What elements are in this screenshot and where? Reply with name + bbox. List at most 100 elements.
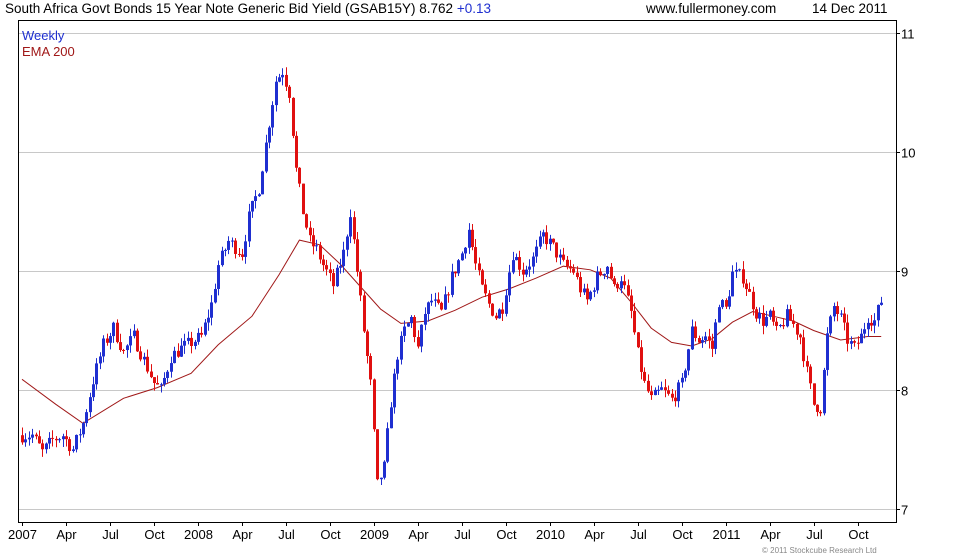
candle-body (552, 238, 555, 243)
candle-body (742, 269, 745, 284)
candle (762, 305, 765, 335)
candle-body (867, 322, 870, 330)
candle (373, 378, 376, 432)
candle (187, 331, 190, 345)
candle-body (217, 265, 220, 289)
candle-body (491, 303, 494, 316)
candle-body (346, 236, 349, 250)
candle (126, 344, 129, 358)
candle (92, 376, 95, 401)
x-tick-label: Apr (56, 527, 77, 542)
candle-body (45, 443, 48, 450)
ema-200-line (21, 239, 882, 424)
candle (180, 338, 183, 358)
candle-body (254, 196, 257, 201)
candle-body (539, 236, 542, 247)
candle-body (789, 309, 792, 321)
candle (417, 330, 420, 349)
candle (403, 320, 406, 343)
candle (643, 367, 646, 383)
candle (515, 253, 518, 261)
candle-body (41, 443, 44, 450)
x-tick-label: Jul (454, 527, 471, 542)
candle (471, 223, 474, 251)
candle (194, 339, 197, 350)
candle-body (873, 320, 876, 326)
candle (28, 431, 31, 446)
candle-body (102, 338, 105, 357)
candle-body (309, 227, 312, 236)
candle-body (261, 171, 264, 195)
candle-body (826, 333, 829, 370)
candle (860, 328, 863, 344)
candle-body (119, 342, 122, 351)
candle-body (417, 337, 420, 347)
candle (616, 282, 619, 292)
candle (579, 271, 582, 297)
candle-body (434, 299, 437, 301)
candle-body (664, 387, 667, 391)
candle (542, 229, 545, 244)
candle-body (498, 309, 501, 319)
candle (461, 251, 464, 261)
candle-body (627, 285, 630, 296)
candle-body (667, 390, 670, 394)
candle-body (28, 437, 31, 440)
candle-body (698, 338, 701, 343)
candle (674, 390, 677, 407)
candle-body (802, 337, 805, 362)
candle-body (775, 321, 778, 326)
candle-body (325, 265, 328, 270)
candle (48, 432, 51, 449)
candle-body (735, 269, 738, 272)
candle (522, 262, 525, 282)
candle-body (674, 397, 677, 402)
candle (156, 375, 159, 385)
candle-body (129, 336, 132, 346)
candle (238, 247, 241, 257)
candle (731, 265, 734, 297)
candle (468, 223, 471, 254)
candle (268, 125, 271, 149)
candle-body (613, 278, 616, 284)
candle (457, 259, 460, 277)
candle-body (840, 313, 843, 315)
candle (853, 339, 856, 347)
x-tick-label: Apr (584, 527, 605, 542)
candle-body (576, 272, 579, 278)
candle (166, 370, 169, 383)
candle-body (877, 304, 880, 321)
candle-body (654, 389, 657, 396)
candle-body (843, 313, 846, 323)
candle (275, 76, 278, 112)
candle-body (623, 281, 626, 286)
candle-body (562, 254, 565, 260)
candle-body (349, 217, 352, 237)
candle (833, 302, 836, 322)
candle (244, 234, 247, 264)
candle-body (782, 325, 785, 327)
candle-body (650, 391, 653, 396)
x-tick-label: Apr (760, 527, 781, 542)
candle (102, 335, 105, 363)
candle-body (572, 268, 575, 273)
candle-body (599, 271, 602, 276)
candle-body (704, 336, 707, 341)
candle (413, 315, 416, 343)
x-tick-label: 2008 (184, 527, 213, 542)
candle (363, 292, 366, 334)
candle-body (204, 322, 207, 335)
candle (823, 367, 826, 416)
candle-body (437, 299, 440, 303)
candle-body (139, 351, 142, 360)
candle (258, 193, 261, 197)
candle-body (116, 322, 119, 343)
candle (809, 364, 812, 389)
candle-body (292, 97, 295, 136)
candle (342, 241, 345, 273)
candle-body (329, 269, 332, 274)
candle (447, 292, 450, 303)
candle-body (677, 382, 680, 402)
candle (843, 307, 846, 331)
candle-body (430, 300, 433, 303)
